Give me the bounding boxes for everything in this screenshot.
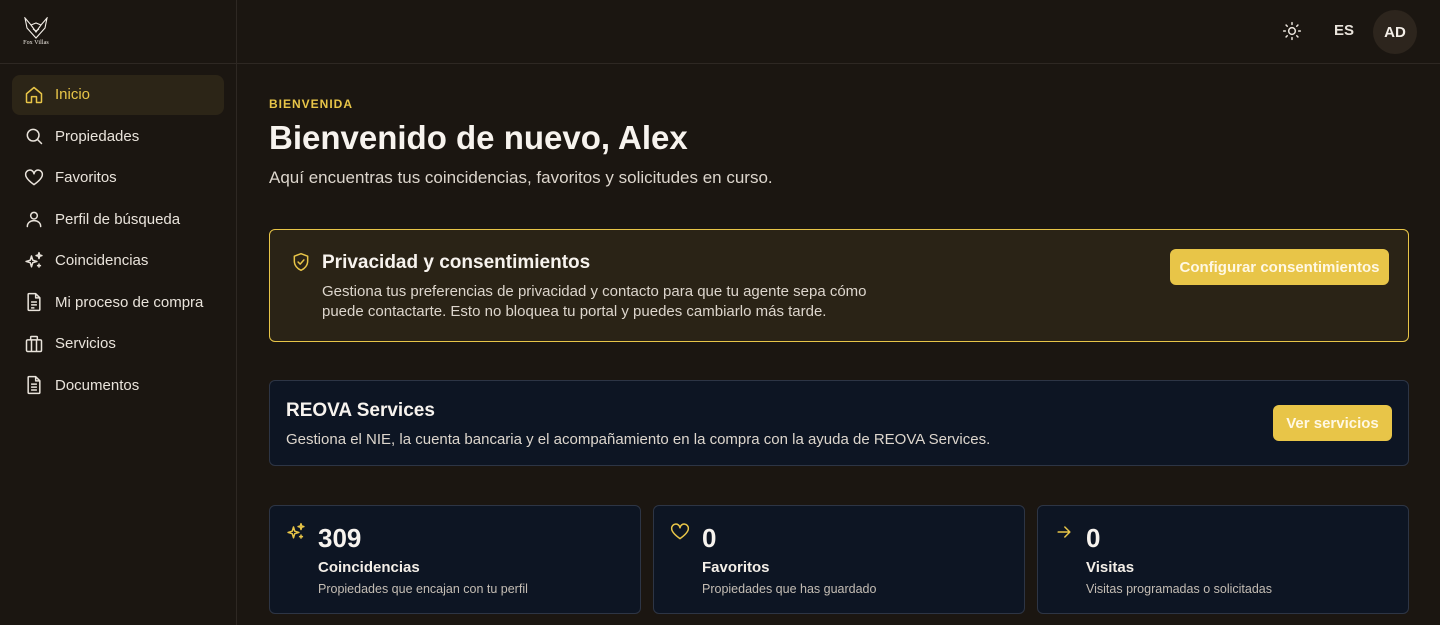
stats-row: 309 Coincidencias Propiedades que encaja…	[269, 505, 1409, 614]
stat-value: 0	[702, 523, 717, 553]
stat-label: Visitas	[1086, 559, 1135, 576]
fox-logo-icon	[24, 17, 48, 39]
sparkles-icon	[286, 522, 306, 547]
privacy-card: Privacidad y consentimientos Gestiona tu…	[269, 229, 1409, 342]
stat-description: Propiedades que has guardado	[702, 582, 877, 596]
sun-icon	[1282, 21, 1302, 41]
sidebar-item-label: Inicio	[55, 86, 91, 104]
sidebar-item-propiedades[interactable]: Propiedades	[12, 117, 224, 157]
arrow-right-icon	[1054, 522, 1074, 547]
heart-icon	[24, 168, 44, 188]
fox-villas-logo[interactable]: Fox Villas	[18, 17, 54, 46]
services-title: REOVA Services	[286, 400, 435, 421]
stat-card-visits[interactable]: 0 Visitas Visitas programadas o solicita…	[1037, 505, 1409, 614]
file-icon	[24, 375, 44, 395]
stat-description: Propiedades que encajan con tu perfil	[318, 582, 528, 596]
page-title: Bienvenido de nuevo, Alex	[269, 119, 688, 156]
sidebar-item-label: Servicios	[55, 335, 116, 353]
stat-card-matches[interactable]: 309 Coincidencias Propiedades que encaja…	[269, 505, 641, 614]
sidebar-item-label: Documentos	[55, 376, 140, 394]
stat-description: Visitas programadas o solicitadas	[1086, 582, 1272, 596]
sidebar-item-documentos[interactable]: Documentos	[12, 366, 224, 406]
language-switcher[interactable]: ES	[1334, 22, 1354, 39]
logo-area: Fox Villas	[0, 0, 236, 64]
sidebar: Fox Villas Inicio Propiedades Favoritos	[0, 0, 237, 625]
stat-value: 309	[318, 523, 362, 553]
privacy-text: Gestiona tus preferencias de privacidad …	[322, 283, 867, 320]
page-subtitle: Aquí encuentras tus coincidencias, favor…	[269, 168, 773, 187]
user-icon	[24, 209, 44, 229]
sidebar-item-proceso-compra[interactable]: Mi proceso de compra	[12, 283, 224, 323]
home-icon	[24, 85, 44, 105]
briefcase-icon	[24, 334, 44, 354]
privacy-title: Privacidad y consentimientos	[322, 252, 591, 273]
sidebar-item-label: Perfil de búsqueda	[55, 210, 181, 228]
theme-toggle-button[interactable]	[1282, 21, 1302, 41]
shield-check-icon	[291, 252, 311, 277]
sidebar-item-inicio[interactable]: Inicio	[12, 75, 224, 115]
heart-icon	[670, 522, 690, 547]
services-card: REOVA Services Gestiona el NIE, la cuent…	[269, 380, 1409, 466]
sidebar-item-label: Mi proceso de compra	[55, 293, 204, 311]
topbar: ES AD	[237, 0, 1440, 64]
view-services-button[interactable]: Ver servicios	[1273, 405, 1392, 441]
page-eyebrow: BIENVENIDA	[269, 97, 354, 111]
document-icon	[24, 292, 44, 312]
sidebar-nav: Inicio Propiedades Favoritos Perfil de b…	[0, 64, 236, 418]
stat-value: 0	[1086, 523, 1101, 553]
sidebar-item-label: Favoritos	[55, 169, 117, 187]
sidebar-item-coincidencias[interactable]: Coincidencias	[12, 241, 224, 281]
search-icon	[24, 126, 44, 146]
sidebar-item-label: Coincidencias	[55, 252, 149, 270]
configure-consents-button[interactable]: Configurar consentimientos	[1170, 249, 1389, 285]
avatar[interactable]: AD	[1373, 10, 1417, 54]
services-text: Gestiona el NIE, la cuenta bancaria y el…	[286, 431, 991, 448]
sidebar-item-favoritos[interactable]: Favoritos	[12, 158, 224, 198]
stat-label: Favoritos	[702, 559, 770, 576]
sparkles-icon	[24, 251, 44, 271]
logo-text: Fox Villas	[23, 40, 49, 46]
sidebar-item-servicios[interactable]: Servicios	[12, 324, 224, 364]
sidebar-item-label: Propiedades	[55, 127, 140, 145]
sidebar-item-perfil-busqueda[interactable]: Perfil de búsqueda	[12, 200, 224, 240]
stat-label: Coincidencias	[318, 559, 420, 576]
stat-card-favorites[interactable]: 0 Favoritos Propiedades que has guardado	[653, 505, 1025, 614]
